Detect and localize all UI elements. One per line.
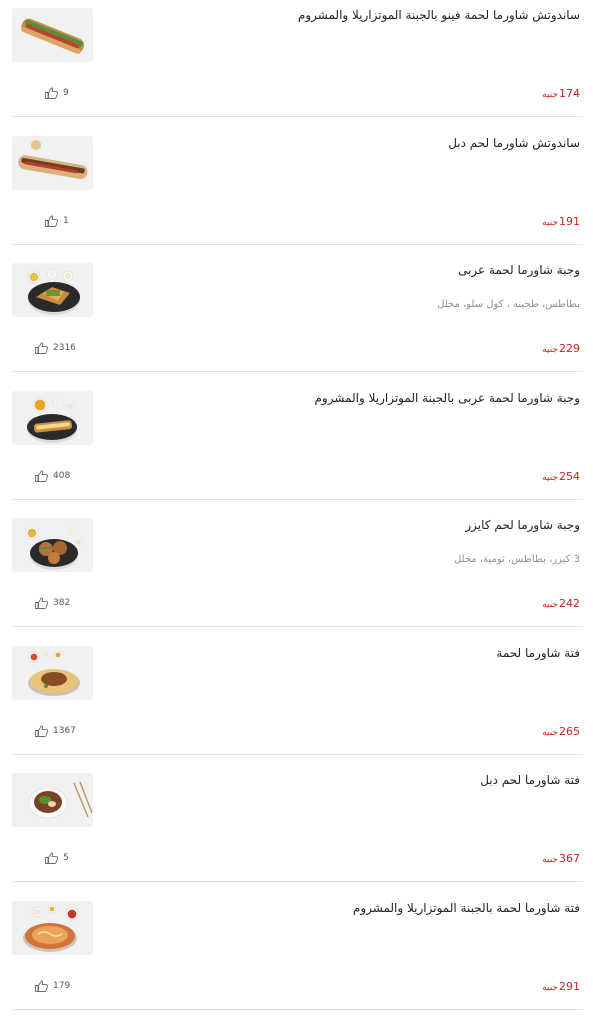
item-photo[interactable] <box>12 390 93 445</box>
item-price: 174جنيه <box>542 87 580 100</box>
divider <box>12 753 583 755</box>
like-count-value: 408 <box>53 470 71 481</box>
thumbs-up-icon[interactable] <box>34 980 50 992</box>
price-value: 367 <box>559 852 580 865</box>
currency-label: جنيه <box>542 472 558 483</box>
item-price: 242جنيه <box>542 597 580 610</box>
item-photo[interactable] <box>12 8 93 62</box>
currency-label: جنيه <box>542 727 558 738</box>
item-price: 367جنيه <box>542 852 580 865</box>
like-count[interactable]: 2316 <box>34 342 94 354</box>
like-count-value: 5 <box>63 853 69 863</box>
item-name[interactable]: فتة شاورما لحمة <box>496 646 580 660</box>
menu-item[interactable]: فتة شاورما لحمة بالجبنة الموتزاريلا والم… <box>0 893 593 1020</box>
thumbs-up-icon[interactable] <box>34 597 50 609</box>
item-price: 265جنيه <box>542 725 580 738</box>
item-photo[interactable] <box>12 773 93 827</box>
item-photo[interactable] <box>12 135 93 190</box>
thumbs-up-icon[interactable] <box>34 342 50 354</box>
currency-label: جنيه <box>542 600 558 610</box>
divider <box>12 243 583 245</box>
price-value: 291 <box>559 979 580 993</box>
item-name[interactable]: ساندوتش شاورما لحمة فينو بالجبنة الموتزا… <box>298 8 580 22</box>
like-count[interactable]: 179 <box>34 980 94 992</box>
divider <box>12 371 583 372</box>
item-name[interactable]: وجبة شاورما لحمة عربى <box>458 263 580 277</box>
item-description: بطاطس، طحينه ، كول سلو، مخلل <box>437 299 580 310</box>
item-photo[interactable] <box>12 900 93 955</box>
item-name[interactable]: ساندوتش شاورما لحم دبل <box>448 136 580 150</box>
divider <box>12 1008 583 1010</box>
thumbs-up-icon[interactable] <box>34 470 50 482</box>
item-description: 3 كيزر، بطاطس، ثومية، مخلل <box>453 554 580 565</box>
like-count[interactable]: 1367 <box>34 725 94 737</box>
menu-item[interactable]: ساندوتش شاورما لحم دبل 191جنيه 1 <box>0 128 593 255</box>
item-price: 254جنيه <box>542 470 580 483</box>
price-value: 242 <box>559 597 580 610</box>
item-name[interactable]: فتة شاورما لحم دبل <box>480 773 580 787</box>
price-value: 174 <box>559 87 580 100</box>
like-count-value: 179 <box>53 980 71 991</box>
like-count[interactable]: 408 <box>34 470 94 482</box>
menu-item[interactable]: وجبة شاورما لحم كايزر 3 كيزر، بطاطس، ثوم… <box>0 510 593 637</box>
like-count-value: 2316 <box>53 343 76 353</box>
item-name[interactable]: فتة شاورما لحمة بالجبنة الموتزاريلا والم… <box>353 901 580 915</box>
like-count[interactable]: 1 <box>44 215 104 227</box>
currency-label: جنيه <box>542 982 558 993</box>
like-count[interactable]: 382 <box>34 597 94 609</box>
menu-item[interactable]: وجبة شاورما لحمة عربى بالجبنة الموتزاريل… <box>0 383 593 510</box>
item-photo[interactable] <box>12 518 93 572</box>
thumbs-up-icon[interactable] <box>44 215 60 227</box>
price-value: 229 <box>559 342 580 355</box>
like-count-value: 382 <box>53 598 71 608</box>
divider <box>12 116 583 117</box>
price-value: 254 <box>559 469 580 483</box>
like-count-value: 1 <box>63 215 69 226</box>
currency-label: جنيه <box>542 345 558 355</box>
menu-item[interactable]: فتة شاورما لحم دبل 367جنيه 5 <box>0 765 593 892</box>
divider <box>12 881 583 882</box>
item-name[interactable]: وجبة شاورما لحمة عربى بالجبنة الموتزاريل… <box>315 391 581 405</box>
thumbs-up-icon[interactable] <box>34 725 50 737</box>
menu-item[interactable]: ساندوتش شاورما لحمة فينو بالجبنة الموتزا… <box>0 0 593 127</box>
item-price: 191جنيه <box>542 215 580 228</box>
item-price: 291جنيه <box>542 980 580 993</box>
price-value: 265 <box>559 724 580 738</box>
currency-label: جنيه <box>542 855 558 865</box>
divider <box>12 626 583 627</box>
thumbs-up-icon[interactable] <box>44 87 60 99</box>
like-count-value: 1367 <box>53 725 76 736</box>
like-count[interactable]: 9 <box>44 87 104 99</box>
thumbs-up-icon[interactable] <box>44 852 60 864</box>
menu-item[interactable]: فتة شاورما لحمة 265جنيه 1367 <box>0 638 593 765</box>
currency-label: جنيه <box>542 90 558 100</box>
item-photo[interactable] <box>12 263 93 317</box>
item-photo[interactable] <box>12 645 93 700</box>
like-count[interactable]: 5 <box>44 852 104 864</box>
like-count-value: 9 <box>63 88 69 98</box>
divider <box>12 498 583 500</box>
item-name[interactable]: وجبة شاورما لحم كايزر <box>465 518 580 532</box>
price-value: 191 <box>559 214 580 228</box>
menu-item[interactable]: وجبة شاورما لحمة عربى بطاطس، طحينه ، كول… <box>0 255 593 382</box>
currency-label: جنيه <box>542 217 558 228</box>
item-price: 229جنيه <box>542 342 580 355</box>
